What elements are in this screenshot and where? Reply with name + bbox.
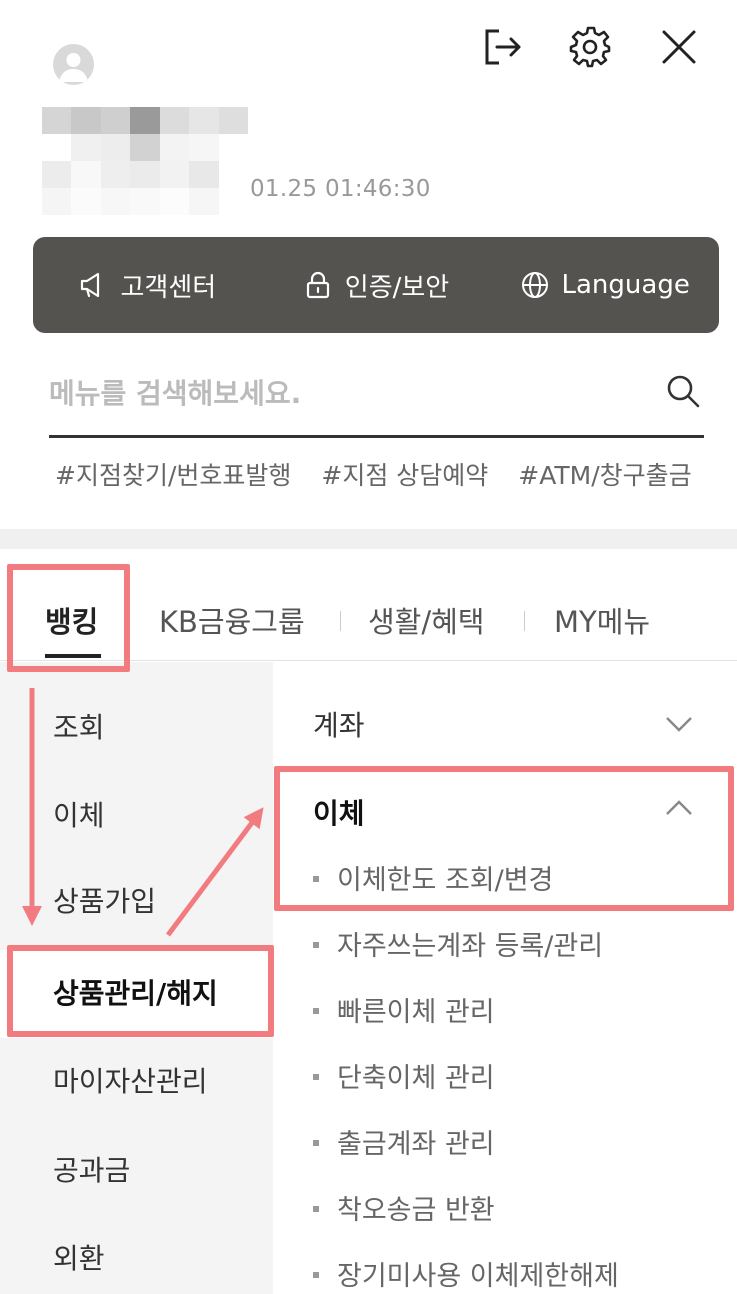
submenu-item-label: 빠른이체 관리 xyxy=(337,997,495,1028)
search-icon xyxy=(667,375,700,408)
customer-center-button[interactable]: 고객센터 xyxy=(33,267,262,304)
nav-item-product-join[interactable]: 상품가입 xyxy=(53,880,156,920)
tab-my-menu[interactable]: MY메뉴 xyxy=(554,599,650,641)
bullet-icon xyxy=(313,1073,319,1080)
menu-search xyxy=(49,358,704,438)
hashtag-branch-reservation[interactable]: #지점 상담예약 xyxy=(321,456,488,496)
quick-menu-bar: 고객센터 인증/보안 Language xyxy=(33,237,719,333)
bullet-icon xyxy=(313,1139,319,1146)
tab-separator xyxy=(340,611,341,631)
bullet-icon xyxy=(313,1271,319,1278)
bullet-icon xyxy=(313,941,319,948)
search-input[interactable] xyxy=(49,358,639,428)
lock-icon xyxy=(306,271,329,299)
hashtag-branch-finder[interactable]: #지점찾기/번호표발행 xyxy=(55,456,291,496)
tab-separator xyxy=(524,611,525,631)
auth-security-button[interactable]: 인증/보안 xyxy=(262,267,491,304)
bullet-icon xyxy=(313,1007,319,1014)
logout-icon xyxy=(485,29,521,65)
nav-item-foreign-exchange[interactable]: 외환 xyxy=(53,1237,105,1277)
section-divider xyxy=(0,529,737,549)
drawer-header: 01.25 01:46:30 xyxy=(0,0,737,230)
bullet-icon xyxy=(313,1205,319,1212)
section-account[interactable]: 계좌 xyxy=(313,704,365,744)
tab-life-benefits[interactable]: 생활/혜택 xyxy=(368,599,485,641)
settings-button[interactable] xyxy=(568,24,614,70)
logout-button[interactable] xyxy=(480,24,526,70)
submenu-item-label: 장기미사용 이체제한해제 xyxy=(337,1261,619,1292)
gear-icon xyxy=(569,26,611,68)
nav-item-my-assets[interactable]: 마이자산관리 xyxy=(53,1060,208,1100)
submenu-item-label: 단축이체 관리 xyxy=(337,1063,495,1094)
submenu-item-label: 착오송금 반환 xyxy=(337,1195,495,1226)
last-login-time: 01.25 01:46:30 xyxy=(250,176,431,202)
submenu-panel: 계좌 이체 이체한도 조회/변경 자주쓰는계좌 등록/관리 빠른이체 관리 단축… xyxy=(273,662,737,1294)
nav-item-transfer[interactable]: 이체 xyxy=(53,794,105,834)
hashtag-list: #지점찾기/번호표발행 #지점 상담예약 #ATM/창구출금 xyxy=(55,456,722,496)
submenu-item[interactable]: 착오송금 반환 xyxy=(313,1188,495,1227)
submenu-item[interactable]: 자주쓰는계좌 등록/관리 xyxy=(313,924,603,963)
submenu-item-label: 출금계좌 관리 xyxy=(337,1129,495,1160)
tab-kb-financial-group[interactable]: KB금융그룹 xyxy=(159,599,305,641)
user-avatar xyxy=(53,44,94,85)
submenu-item[interactable]: 출금계좌 관리 xyxy=(313,1122,495,1161)
highlight-transfer-limit xyxy=(274,766,734,911)
close-icon xyxy=(662,30,696,64)
megaphone-icon xyxy=(81,272,100,298)
close-button[interactable] xyxy=(656,24,702,70)
submenu-item-label: 자주쓰는계좌 등록/관리 xyxy=(337,931,604,962)
hashtag-atm-withdrawal[interactable]: #ATM/창구출금 xyxy=(518,456,691,496)
globe-icon xyxy=(521,272,548,298)
language-label: Language xyxy=(561,270,690,300)
highlight-product-manage xyxy=(7,945,274,1037)
blurred-user-name xyxy=(42,107,248,215)
chevron-down-icon[interactable] xyxy=(663,708,695,740)
customer-center-label: 고객센터 xyxy=(120,272,217,303)
highlight-tab-banking xyxy=(7,564,130,672)
nav-item-utility-bills[interactable]: 공과금 xyxy=(53,1149,130,1189)
language-button[interactable]: Language xyxy=(490,270,719,300)
user-icon xyxy=(59,53,88,82)
submenu-item[interactable]: 장기미사용 이체제한해제 xyxy=(313,1254,619,1293)
submenu-item[interactable]: 빠른이체 관리 xyxy=(313,990,495,1029)
auth-security-label: 인증/보안 xyxy=(344,272,450,303)
submenu-item[interactable]: 단축이체 관리 xyxy=(313,1056,495,1095)
nav-item-inquiry[interactable]: 조회 xyxy=(53,706,105,746)
search-button[interactable] xyxy=(664,372,704,412)
